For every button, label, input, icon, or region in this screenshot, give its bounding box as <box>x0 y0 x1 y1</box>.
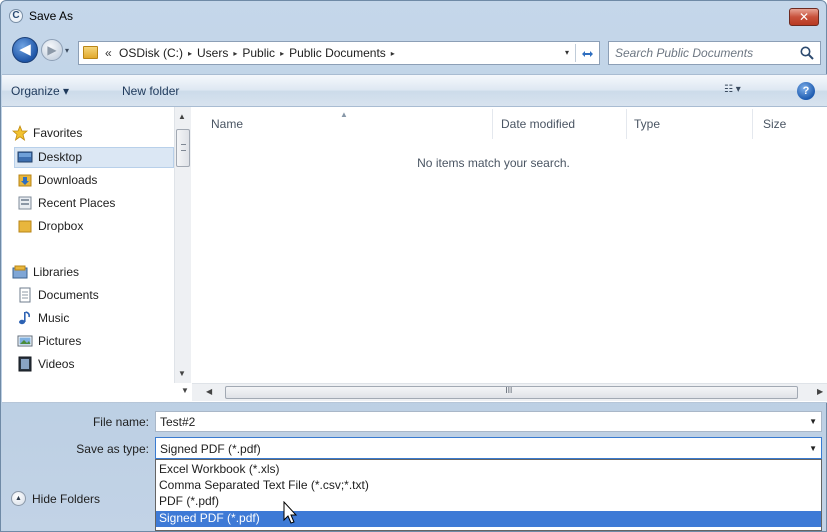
change-view-button[interactable]: ☷ ▾ <box>724 84 754 100</box>
title-bar: C Save As ✕ <box>1 1 826 31</box>
file-list: ▲ Name Date modified Type Size No items … <box>192 107 827 383</box>
save-as-type-label: Save as type: <box>76 442 149 456</box>
recent-places-icon <box>18 196 32 210</box>
address-bar[interactable]: « OSDisk (C:) ▸ Users ▸ Public ▸ Public Docume… <box>78 41 600 65</box>
file-name-label: File name: <box>92 415 149 429</box>
search-box[interactable] <box>608 41 821 65</box>
close-button[interactable]: ✕ <box>789 8 819 26</box>
grip-icon <box>181 144 186 151</box>
address-row: ◀ ▶ ▾ « OSDisk (C:) ▸ Users ▸ Public ▸ Public … <box>1 31 826 73</box>
column-header-type[interactable]: Type <box>634 117 660 131</box>
refresh-button[interactable] <box>575 44 597 62</box>
breadcrumb-item-users[interactable]: Users <box>197 46 228 60</box>
nav-label: Pictures <box>38 334 82 348</box>
column-divider[interactable] <box>626 109 627 139</box>
help-button[interactable]: ? <box>797 82 815 100</box>
breadcrumb-separator[interactable]: ▸ <box>280 49 284 58</box>
nav-label: Recent Places <box>38 196 116 210</box>
downloads-folder-icon <box>18 174 32 187</box>
refresh-icon <box>581 51 593 57</box>
column-header-size[interactable]: Size <box>763 117 786 131</box>
scrollbar-thumb[interactable]: III <box>225 386 798 399</box>
nav-label: Desktop <box>38 150 83 164</box>
new-folder-button[interactable]: New folder <box>122 84 179 98</box>
breadcrumb-item-public[interactable]: Public <box>242 46 275 60</box>
nav-label: Music <box>38 311 70 325</box>
scroll-up-arrow-icon[interactable]: ▲ <box>178 112 186 121</box>
save-as-type-dropdown-list: Excel Workbook (*.xls) Comma Separated T… <box>155 459 822 531</box>
nav-label: Downloads <box>38 173 98 187</box>
chevron-up-icon: ▲ <box>11 491 26 506</box>
navigation-scrollbar[interactable]: ▲ ▼ <box>174 107 191 383</box>
recent-pages-dropdown[interactable]: ▾ <box>65 46 69 55</box>
hide-folders-label: Hide Folders <box>32 492 101 506</box>
forward-button[interactable]: ▶ <box>41 39 63 61</box>
horizontal-scrollbar[interactable]: ◀ III ▶ <box>192 383 827 401</box>
documents-icon <box>19 287 31 303</box>
type-option-csv[interactable]: Comma Separated Text File (*.csv;*.txt) <box>156 478 821 494</box>
desktop-icon <box>17 151 33 163</box>
save-as-type-select[interactable]: Signed PDF (*.pdf) ▼ <box>155 437 822 459</box>
videos-icon <box>18 356 32 372</box>
dropbox-folder-icon <box>18 220 32 233</box>
window-title: Save As <box>29 9 74 23</box>
chevron-down-icon[interactable]: ▼ <box>809 444 817 453</box>
star-icon <box>12 125 28 141</box>
breadcrumb-separator[interactable]: ▸ <box>188 49 192 58</box>
breadcrumb-separator[interactable]: ▸ <box>391 49 395 58</box>
breadcrumb-item-osdisk[interactable]: OSDisk (C:) <box>119 46 183 60</box>
scroll-down-arrow-icon[interactable]: ▼ <box>178 369 186 378</box>
browser-pane: Favorites Desktop Downloads Recent Place… <box>2 107 827 403</box>
command-bar: Organize ▾ New folder ☷ ▾ ? <box>2 74 827 107</box>
navigation-pane: Favorites Desktop Downloads Recent Place… <box>2 107 174 383</box>
back-button[interactable]: ◀ <box>12 37 38 63</box>
save-as-dialog: C Save As ✕ ◀ ▶ ▾ « OSDisk (C:) ▸ Users ▸ Pu… <box>0 0 827 532</box>
type-option-excel[interactable]: Excel Workbook (*.xls) <box>156 462 821 478</box>
mouse-cursor-icon <box>283 501 298 524</box>
breadcrumb-separator[interactable]: ▸ <box>233 49 237 58</box>
column-header-name[interactable]: Name <box>211 117 243 131</box>
nav-label: Videos <box>38 357 75 371</box>
nav-label: Favorites <box>33 126 83 140</box>
type-option-pdf[interactable]: PDF (*.pdf) <box>156 494 821 510</box>
breadcrumb: OSDisk (C:) ▸ Users ▸ Public ▸ Public Document… <box>119 46 400 60</box>
scroll-right-arrow-icon[interactable]: ▶ <box>817 387 823 396</box>
scroll-down-arrow-icon[interactable]: ▼ <box>181 386 189 395</box>
column-divider[interactable] <box>752 109 753 139</box>
type-option-signed-pdf[interactable]: Signed PDF (*.pdf) <box>156 511 821 527</box>
music-note-icon <box>19 311 30 325</box>
app-icon: C <box>9 9 23 23</box>
search-icon[interactable] <box>799 45 815 61</box>
sort-ascending-icon: ▲ <box>340 110 348 119</box>
organize-button[interactable]: Organize ▾ <box>11 84 69 98</box>
folder-icon <box>83 46 98 59</box>
file-name-input[interactable] <box>156 412 796 431</box>
column-header-date-modified[interactable]: Date modified <box>501 117 575 131</box>
breadcrumb-overflow[interactable]: « <box>105 46 112 60</box>
scrollbar-thumb[interactable] <box>176 129 190 167</box>
chevron-down-icon[interactable]: ▼ <box>809 417 817 426</box>
breadcrumb-item-public-documents[interactable]: Public Documents <box>289 46 386 60</box>
grip-icon: III <box>505 386 513 395</box>
search-input[interactable] <box>609 42 789 64</box>
file-name-combobox[interactable]: ▼ <box>155 411 822 432</box>
column-divider[interactable] <box>492 109 493 139</box>
nav-label: Libraries <box>33 265 80 279</box>
nav-label: Documents <box>38 288 99 302</box>
save-as-type-value: Signed PDF (*.pdf) <box>160 442 261 456</box>
libraries-icon <box>12 265 28 279</box>
scroll-left-arrow-icon[interactable]: ◀ <box>206 387 212 396</box>
empty-state-message: No items match your search. <box>417 156 570 170</box>
pictures-icon <box>17 335 33 347</box>
address-dropdown-button[interactable]: ▾ <box>565 48 569 57</box>
nav-label: Dropbox <box>38 219 84 233</box>
